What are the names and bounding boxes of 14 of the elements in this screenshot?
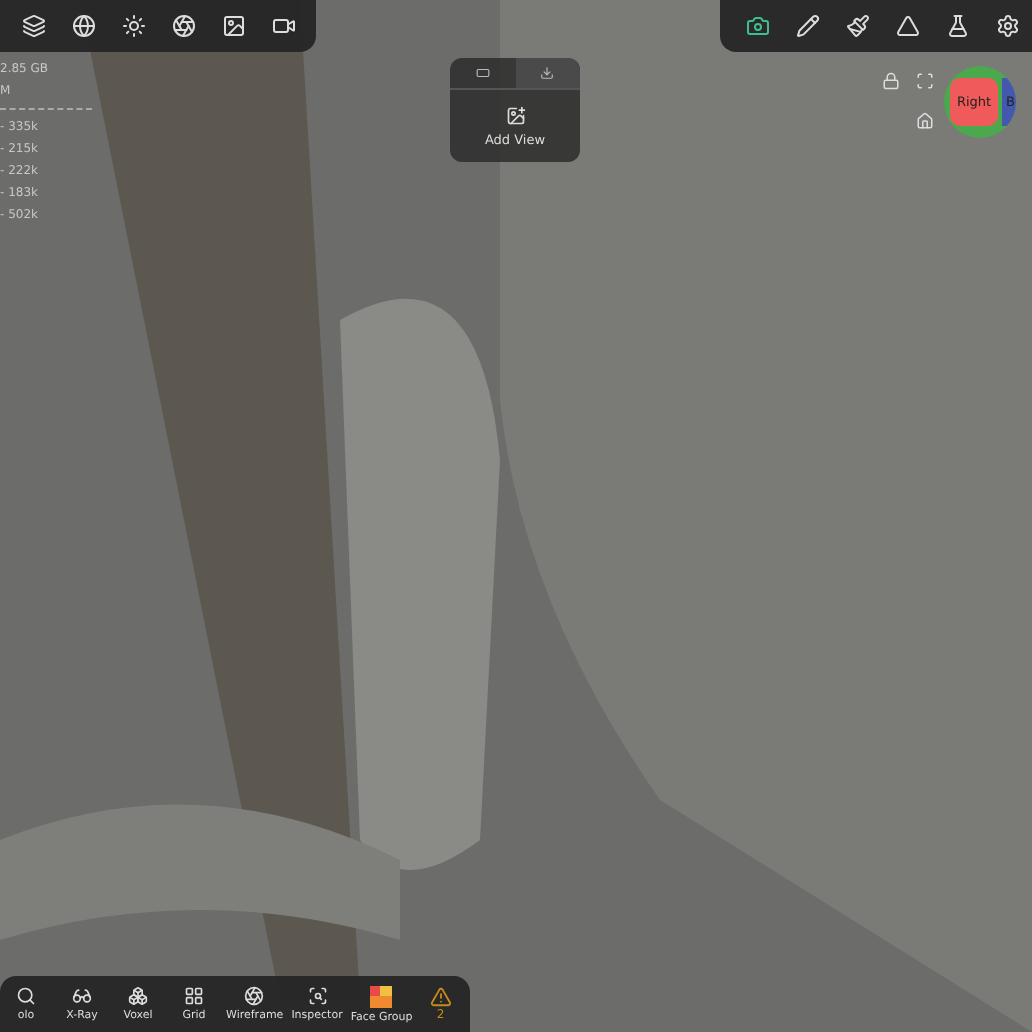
grid-icon [184,986,204,1006]
boxes-icon [128,986,148,1006]
search-icon [16,986,36,1006]
inspect-icon [307,986,328,1006]
face-group-icon [370,985,393,1007]
glasses-icon [72,986,92,1006]
home-icon[interactable] [916,112,934,130]
warning-icon [429,986,452,1008]
add-image-icon [505,105,525,125]
aperture-icon [244,986,265,1006]
download-icon [540,66,555,80]
lock-icon[interactable] [882,72,900,90]
rectangle-icon [475,66,490,80]
frame-icon[interactable] [916,72,934,90]
